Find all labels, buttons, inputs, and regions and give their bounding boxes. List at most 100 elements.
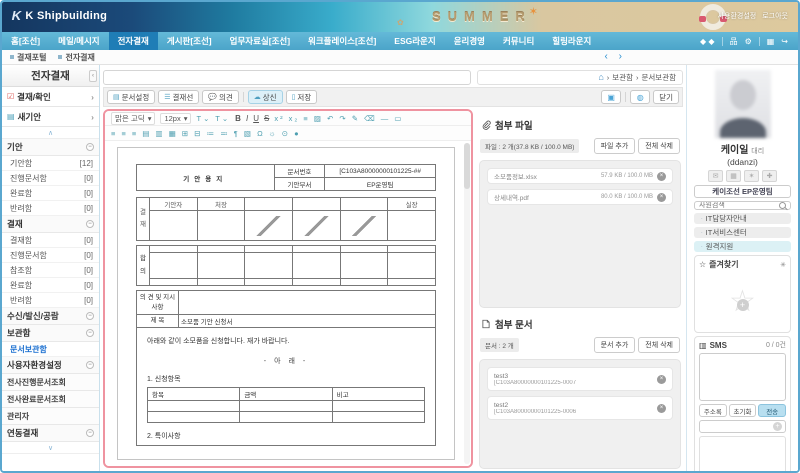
strikethrough-icon[interactable]: S bbox=[264, 114, 269, 123]
tab-approval-portal[interactable]: 결재포털 bbox=[10, 52, 46, 63]
nav-eapproval[interactable]: 전자결재 bbox=[108, 32, 158, 50]
globe-view-button[interactable]: ◍ bbox=[630, 90, 651, 104]
remove-file-icon[interactable]: × bbox=[657, 171, 666, 181]
link-remote-support[interactable]: ∙ 원격지원 bbox=[694, 241, 791, 252]
add-doc-button[interactable]: 문서 추가 bbox=[593, 337, 636, 353]
sms-message-textarea[interactable] bbox=[699, 353, 786, 401]
star-icon[interactable]: ✶ bbox=[744, 170, 759, 182]
file-item[interactable]: 상세내역.pdf 80.0 KB / 100.0 MB × bbox=[487, 189, 673, 205]
sidebar-item-rejected[interactable]: 반려함 [0] bbox=[2, 201, 99, 216]
sidebar-collapse-down[interactable]: ∨ bbox=[2, 442, 99, 454]
sidebar-item-new-draft[interactable]: ▤ 새기안 › bbox=[2, 107, 99, 127]
file-item[interactable]: 소모품정보.xlsx 57.9 KB / 100.0 MB × bbox=[487, 168, 673, 184]
nav-esg[interactable]: ESG라운지 bbox=[385, 32, 444, 50]
department-button[interactable]: 케이조선 EP운영팀 bbox=[694, 185, 791, 198]
submit-button[interactable]: ☁ 상신 bbox=[247, 90, 283, 104]
addressbook-button[interactable]: 주소록 bbox=[699, 404, 727, 417]
editor-scrollbar[interactable] bbox=[464, 143, 470, 464]
sidebar-item-company-progress[interactable]: 전사진행문서조회 bbox=[2, 374, 99, 391]
italic-icon[interactable]: I bbox=[246, 114, 248, 123]
nav-workplace[interactable]: 워크플레이스[조선] bbox=[299, 32, 385, 50]
nav-mail[interactable]: 메일/메시지 bbox=[49, 32, 108, 50]
link-it-service-center[interactable]: ∙ IT서비스센터 bbox=[694, 227, 791, 238]
company-logo[interactable]: K K Shipbuilding bbox=[10, 8, 107, 23]
employee-search-input[interactable] bbox=[699, 202, 776, 209]
favorites-title: 즐겨찾기 bbox=[709, 260, 739, 269]
favorites-empty-area[interactable]: ☆ + bbox=[699, 273, 786, 329]
sidebar-collapse-button[interactable]: ‹ bbox=[89, 70, 97, 82]
sidebar-item-completed[interactable]: 완료함 [0] bbox=[2, 186, 99, 201]
settings-icon[interactable]: ⚙ bbox=[745, 37, 752, 46]
delete-all-files-button[interactable]: 전체 삭제 bbox=[638, 138, 680, 154]
logout-link[interactable]: 로그아웃 bbox=[762, 11, 788, 21]
text-color-icons[interactable]: T⌄ T⌄ bbox=[196, 114, 230, 123]
nav-healing[interactable]: 힐링라운지 bbox=[543, 32, 600, 50]
sidebar-group-send-receive[interactable]: 수신/발신/공람 − bbox=[2, 308, 99, 325]
font-family-select[interactable]: 맑은 고딕 ▾ bbox=[111, 111, 156, 125]
calendar-icon[interactable]: ▦ bbox=[767, 37, 775, 46]
sidebar-item-approval-rejected[interactable]: 반려함 [0] bbox=[2, 293, 99, 308]
sidebar-item-in-progress[interactable]: 진행문서함 [0] bbox=[2, 171, 99, 186]
sms-recipient-input[interactable]: + bbox=[699, 420, 786, 433]
reset-button[interactable]: 초기화 bbox=[728, 404, 757, 417]
doc-item[interactable]: test2 [C103A80000000101225-0006 × bbox=[487, 396, 673, 420]
sidebar-item-approval-progress[interactable]: 진행문서함 [0] bbox=[2, 248, 99, 263]
user-env-link[interactable]: 사용환경설정 bbox=[718, 11, 757, 21]
sidebar-group-user-env[interactable]: 사용자환경설정 − bbox=[2, 357, 99, 374]
breadcrumb-doc-storage[interactable]: 문서보관함 bbox=[642, 72, 677, 83]
save-button[interactable]: ▯ 저장 bbox=[285, 90, 318, 104]
font-size-select[interactable]: 12px ▾ bbox=[160, 112, 192, 124]
delete-all-docs-button[interactable]: 전체 삭제 bbox=[638, 337, 680, 353]
sidebar-group-approval[interactable]: 결재 − bbox=[2, 216, 99, 233]
nav-workdata[interactable]: 업무자료실[조선] bbox=[221, 32, 299, 50]
sidebar-group-draft[interactable]: 기안 − bbox=[2, 139, 99, 156]
approval-line-button[interactable]: ☰ 결재선 bbox=[158, 90, 200, 104]
sidebar-group-linked-approval[interactable]: 연동결재 − bbox=[2, 425, 99, 442]
underline-icon[interactable]: U bbox=[253, 114, 259, 123]
sidebar-collapse-up[interactable]: ∧ bbox=[2, 127, 99, 139]
sidebar-item-company-completed[interactable]: 전사완료문서조회 bbox=[2, 391, 99, 408]
sidebar-item-approval-completed[interactable]: 완료함 [0] bbox=[2, 278, 99, 293]
sidebar-item-reference[interactable]: 참조함 [0] bbox=[2, 263, 99, 278]
document-title-input[interactable] bbox=[103, 69, 471, 85]
nav-home[interactable]: 홈[조선] bbox=[2, 32, 49, 50]
bold-icon[interactable]: B bbox=[235, 114, 241, 123]
remove-doc-icon[interactable]: × bbox=[657, 403, 666, 413]
sidebar-item-doc-storage[interactable]: 문서보관함 bbox=[2, 342, 99, 357]
mail-icon[interactable]: ✉ bbox=[708, 170, 723, 182]
remove-file-icon[interactable]: × bbox=[657, 192, 666, 202]
send-button[interactable]: 전송 bbox=[758, 404, 787, 417]
orgchart-icon[interactable]: 品 bbox=[730, 36, 738, 47]
logout-icon[interactable]: ↪ bbox=[781, 37, 788, 46]
add-favorite-icon[interactable]: + bbox=[736, 299, 749, 311]
nav-board[interactable]: 게시판[조선] bbox=[158, 32, 221, 50]
opinion-button[interactable]: 💬 의견 bbox=[202, 90, 239, 104]
link-it-contact[interactable]: ∙ IT담당자안내 bbox=[694, 213, 791, 224]
sidebar-group-storage[interactable]: 보관함 − bbox=[2, 325, 99, 342]
editor-format-icons[interactable]: x² x₂ ≡ ▨ ↶ ↷ ✎ ⌫ — ▭ bbox=[274, 114, 403, 123]
panel-pager-arrows[interactable]: ‹ › bbox=[605, 51, 626, 62]
search-icon[interactable] bbox=[779, 202, 786, 209]
sidebar-item-admin[interactable]: 관리자 bbox=[2, 408, 99, 425]
nav-community[interactable]: 커뮤니티 bbox=[494, 32, 543, 50]
diamond-icons[interactable]: ◆ ◆ bbox=[700, 37, 715, 46]
sidebar-item-draft-box[interactable]: 기안함 [12] bbox=[2, 156, 99, 171]
sidebar-item-approval-box[interactable]: 결재함 [0] bbox=[2, 233, 99, 248]
memo-icon[interactable]: ▦ bbox=[726, 170, 741, 182]
add-file-button[interactable]: 파일 추가 bbox=[593, 138, 636, 154]
add-recipient-icon[interactable]: + bbox=[773, 422, 782, 431]
home-icon[interactable]: ⌂ bbox=[598, 72, 603, 82]
editor-canvas[interactable]: 기안용지 문서번호 [C103A80000000101225-## 기안부서 E… bbox=[105, 141, 471, 466]
sidebar-item-approve-check[interactable]: ☑ 결재/확인 › bbox=[2, 87, 99, 107]
bookmark-view-button[interactable]: ▣ bbox=[601, 90, 622, 104]
editor-align-insert-icons[interactable]: ≡ ≡ ≡ ▤ ▥ ▦ ⊞ ⊟ ≔ ≕ ¶ ▧ Ω ☼ ⊙ ● bbox=[111, 129, 301, 138]
doc-settings-button[interactable]: ▤ 문서설정 bbox=[107, 90, 156, 104]
tab-eapproval[interactable]: 전자결재 bbox=[58, 52, 95, 63]
remove-doc-icon[interactable]: × bbox=[657, 374, 666, 384]
doc-item[interactable]: test3 [C103A80000000101225-0007 × bbox=[487, 367, 673, 391]
nav-ethics[interactable]: 윤리경영 bbox=[445, 32, 494, 50]
pin-icon[interactable]: ✳ bbox=[780, 261, 786, 269]
key-icon[interactable]: ✚ bbox=[762, 170, 777, 182]
close-button[interactable]: 닫기 bbox=[653, 90, 679, 104]
breadcrumb-storage[interactable]: 보관함 bbox=[612, 72, 633, 83]
